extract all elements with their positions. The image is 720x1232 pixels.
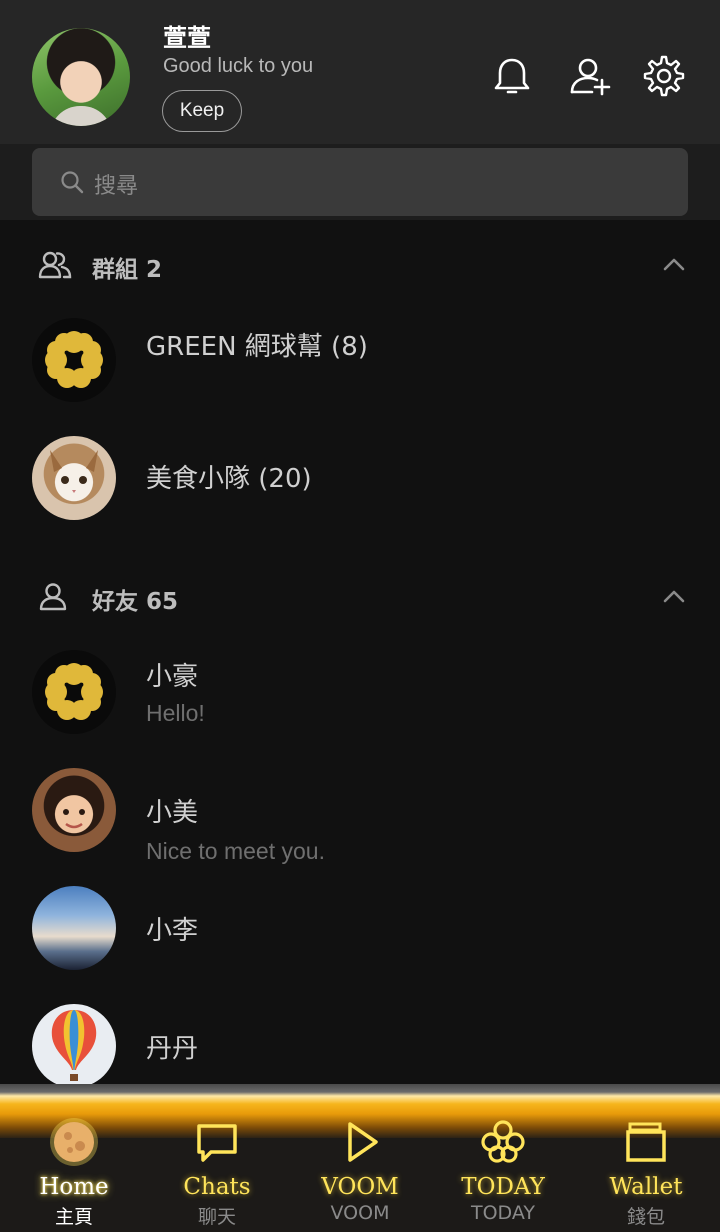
profile-name[interactable]: 萱萱 (163, 18, 211, 53)
search-input[interactable]: 搜尋 (32, 148, 688, 216)
tab-wallet-label: Wallet (609, 1174, 683, 1200)
play-icon (348, 1122, 378, 1162)
tab-today-sublabel: TODAY (471, 1202, 535, 1224)
tab-voom[interactable]: VOOM VOOM (288, 1116, 432, 1232)
clover-image (45, 331, 103, 388)
groups-section-header[interactable]: 群組 2 (0, 236, 720, 296)
moon-icon (50, 1118, 98, 1166)
tab-wallet-sublabel: 錢包 (626, 1206, 665, 1228)
profile-status-message[interactable]: Good luck to you (163, 55, 313, 78)
friend-status: Hello! (146, 700, 205, 726)
tab-voom-label: VOOM (321, 1174, 399, 1200)
search-icon (61, 171, 84, 194)
keep-button[interactable]: Keep (162, 90, 242, 132)
group-name: 美食小隊 (20) (146, 464, 312, 494)
tab-today[interactable]: TODAY TODAY (431, 1116, 575, 1232)
profile-avatar[interactable] (32, 28, 130, 126)
bottom-tab-bar: Home 主頁 Chats 聊天 VOOM VOOM TODAY TODAY W… (0, 1084, 720, 1232)
group-row[interactable]: 美食小隊 (20) (0, 422, 720, 540)
friend-name: 小豪 (146, 662, 199, 692)
add-friend-icon[interactable] (568, 54, 612, 98)
friend-row[interactable]: 小美 Nice to meet you. (0, 754, 720, 872)
group-name: GREEN 網球幫 (8) (146, 332, 368, 362)
groups-section-label: 群組 2 (92, 257, 163, 283)
group-row[interactable]: GREEN 網球幫 (8) (0, 304, 720, 422)
friend-avatar (32, 886, 116, 970)
chevron-up-icon[interactable] (662, 256, 686, 272)
search-placeholder: 搜尋 (94, 174, 139, 199)
hot-air-balloon-image (51, 1010, 97, 1081)
clover-image (45, 663, 103, 720)
friend-icon (39, 583, 67, 611)
friend-name: 小美 (146, 798, 199, 828)
friend-row[interactable]: 小豪 Hello! (0, 636, 720, 754)
settings-icon[interactable] (642, 54, 686, 98)
friends-section-label: 好友 65 (92, 589, 179, 615)
chevron-up-icon[interactable] (662, 588, 686, 604)
tab-chats-sublabel: 聊天 (197, 1206, 236, 1228)
friends-section-header[interactable]: 好友 65 (0, 568, 720, 628)
friend-status: Nice to meet you. (146, 838, 325, 864)
search-bar-area: 搜尋 (0, 144, 720, 220)
tab-home[interactable]: Home 主頁 (2, 1116, 146, 1232)
wallet-icon (626, 1122, 666, 1162)
tab-today-label: TODAY (461, 1174, 545, 1200)
tab-chats[interactable]: Chats 聊天 (145, 1116, 289, 1232)
friend-avatar (32, 1004, 116, 1088)
tab-home-label: Home (39, 1174, 109, 1200)
group-icon (38, 251, 72, 279)
friend-name: 丹丹 (146, 1034, 199, 1064)
friend-avatar (32, 650, 116, 734)
friend-row[interactable]: 小李 (0, 872, 720, 990)
woman-image (63, 809, 85, 829)
group-avatar (32, 436, 116, 520)
avatar-shirt (50, 106, 112, 126)
tab-voom-sublabel: VOOM (330, 1202, 390, 1224)
group-avatar (32, 318, 116, 402)
cat-image (50, 450, 98, 493)
clover-icon (481, 1120, 525, 1163)
tab-chats-label: Chats (183, 1174, 251, 1200)
chat-bubble-icon (197, 1124, 237, 1162)
tab-home-sublabel: 主頁 (54, 1206, 93, 1228)
tab-wallet[interactable]: Wallet 錢包 (574, 1116, 718, 1232)
friend-name: 小李 (146, 916, 199, 946)
bell-icon[interactable] (490, 54, 534, 98)
friend-avatar (32, 768, 116, 852)
profile-header: 萱萱 Good luck to you Keep (0, 0, 720, 144)
